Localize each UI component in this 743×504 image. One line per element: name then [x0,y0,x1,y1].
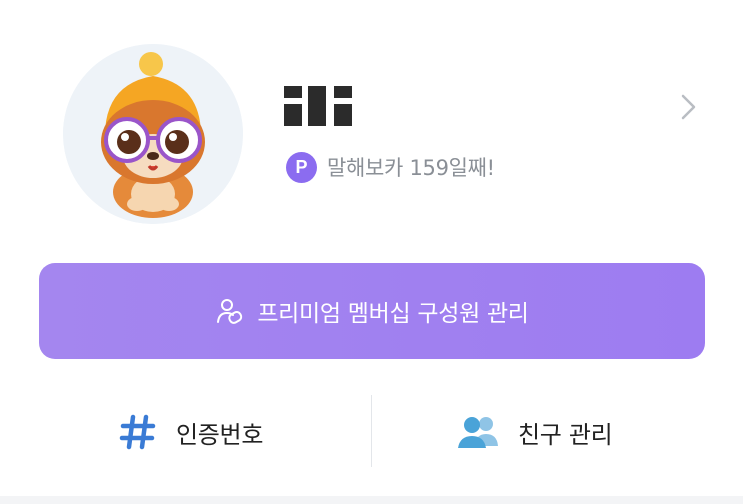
streak-text: 말해보카 159일째! [327,156,495,180]
friends-manage-button[interactable]: 친구 관리 [456,392,613,472]
friends-manage-label: 친구 관리 [518,420,613,449]
premium-button-label: 프리미엄 멤버십 구성원 관리 [257,301,529,327]
friends-icon [458,417,498,448]
profile-section[interactable]: P 말해보카 159일째! [0,0,743,250]
premium-badge-icon: P [286,151,317,183]
character-avatar-icon [63,44,243,224]
section-separator [0,496,743,504]
chevron-right-icon[interactable] [676,92,700,122]
group-person-icon [217,299,243,324]
streak-info: P 말해보카 159일째! [286,150,495,184]
hashtag-icon [119,414,156,450]
user-name-redacted [284,86,354,128]
premium-membership-manage-button[interactable]: 프리미엄 멤버십 구성원 관리 [39,263,705,359]
menu-divider [371,395,372,467]
verification-code-button[interactable]: 인증번호 [118,392,263,472]
verification-code-label: 인증번호 [176,420,264,449]
avatar[interactable] [63,44,243,224]
